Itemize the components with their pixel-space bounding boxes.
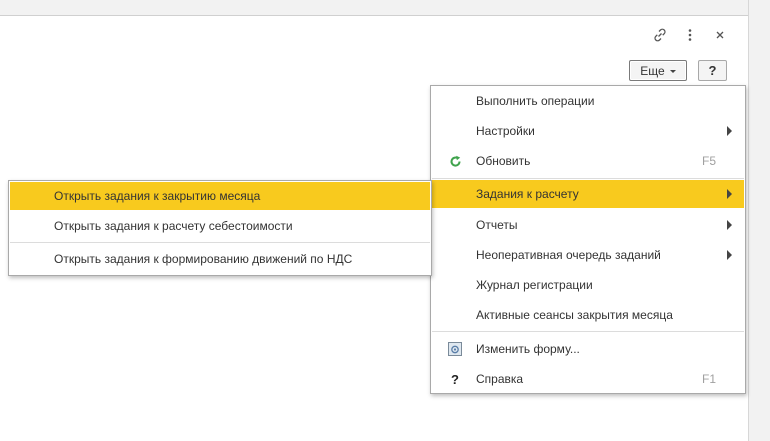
- menu-item-label: Журнал регистрации: [476, 278, 593, 292]
- close-icon[interactable]: [710, 25, 730, 45]
- submenu-separator: [10, 242, 430, 243]
- help-button[interactable]: ?: [698, 60, 727, 81]
- window-right-scroll-area: [748, 0, 770, 441]
- menu-item-help[interactable]: ? Справка F1: [432, 365, 744, 393]
- submenu-item-label: Открыть задания к расчету себестоимости: [54, 219, 293, 233]
- menu-item-refresh[interactable]: Обновить F5: [432, 147, 744, 175]
- submenu-item-vat-tasks[interactable]: Открыть задания к формированию движений …: [10, 245, 430, 273]
- shortcut-label: F5: [701, 154, 716, 168]
- menu-item-label: Выполнить операции: [476, 94, 595, 108]
- more-button-label: Еще: [640, 63, 665, 78]
- submenu-item-label: Открыть задания к закрытию месяца: [54, 189, 261, 203]
- menu-separator: [432, 178, 744, 179]
- submenu-arrow-icon: [727, 189, 732, 199]
- submenu-arrow-icon: [727, 126, 732, 136]
- question-icon: ?: [451, 371, 459, 387]
- menu-item-change-form[interactable]: Изменить форму...: [432, 335, 744, 363]
- menu-item-reports[interactable]: Отчеты: [432, 211, 744, 239]
- menu-item-label: Справка: [476, 372, 524, 386]
- menu-item-label: Изменить форму...: [476, 342, 580, 356]
- menu-item-label: Активные сеансы закрытия месяца: [476, 308, 673, 322]
- submenu-item-cost-tasks[interactable]: Открыть задания к расчету себестоимости: [10, 212, 430, 240]
- menu-item-execute-operations[interactable]: Выполнить операции: [432, 87, 744, 115]
- menu-item-label: Настройки: [476, 124, 535, 138]
- menu-item-task-queue[interactable]: Неоперативная очередь заданий: [432, 241, 744, 269]
- menu-item-settings[interactable]: Настройки: [432, 117, 744, 145]
- help-button-label: ?: [708, 63, 717, 78]
- more-actions-icon[interactable]: [680, 25, 700, 45]
- calc-tasks-submenu: Открыть задания к закрытию месяца Открыт…: [8, 180, 432, 276]
- submenu-arrow-icon: [727, 250, 732, 260]
- form-settings-icon: [448, 342, 462, 356]
- chevron-down-icon: [669, 69, 676, 73]
- menu-item-label: Обновить: [476, 154, 531, 168]
- more-button[interactable]: Еще: [629, 60, 687, 81]
- more-menu: Выполнить операции Настройки Обновить F5…: [430, 85, 746, 394]
- link-icon[interactable]: [650, 25, 670, 45]
- menu-separator: [432, 331, 744, 332]
- submenu-item-month-close-tasks[interactable]: Открыть задания к закрытию месяца: [10, 182, 430, 210]
- menu-item-label: Неоперативная очередь заданий: [476, 248, 661, 262]
- window-top-strip: [0, 0, 748, 16]
- menu-item-label: Задания к расчету: [476, 187, 579, 201]
- refresh-icon: [448, 154, 462, 168]
- menu-item-label: Отчеты: [476, 218, 518, 232]
- submenu-item-label: Открыть задания к формированию движений …: [54, 252, 353, 266]
- menu-item-calc-tasks[interactable]: Задания к расчету: [432, 180, 744, 208]
- menu-item-event-log[interactable]: Журнал регистрации: [432, 271, 744, 299]
- submenu-arrow-icon: [727, 220, 732, 230]
- menu-item-active-sessions[interactable]: Активные сеансы закрытия месяца: [432, 301, 744, 329]
- shortcut-label: F1: [701, 372, 716, 386]
